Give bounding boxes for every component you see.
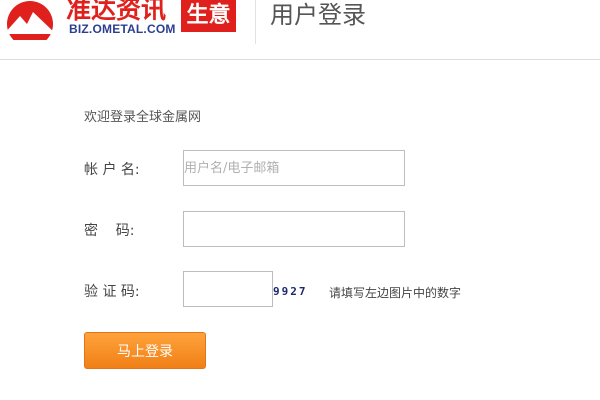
logo-badge: 生意 — [181, 0, 236, 32]
password-input[interactable] — [183, 211, 405, 247]
welcome-text: 欢迎登录全球金属网 — [84, 110, 202, 125]
login-button[interactable]: 马上登录 — [84, 332, 206, 369]
account-label: 帐 户 名: — [84, 162, 140, 178]
captcha-image[interactable]: 9927 — [273, 282, 323, 302]
mountain-logo-icon — [0, 1, 64, 44]
captcha-hint: 请填写左边图片中的数字 — [329, 286, 462, 300]
site-header: 准达资讯 BIZ.OMETAL.COM 生意 用户登录 — [0, 0, 600, 60]
header-rule — [0, 59, 600, 60]
captcha-label: 验 证 码: — [84, 284, 140, 300]
logo-domain: BIZ.OMETAL.COM — [69, 22, 176, 36]
page-title: 用户登录 — [270, 1, 366, 29]
header-divider — [255, 0, 256, 44]
password-label: 密 码: — [84, 223, 135, 239]
captcha-input[interactable] — [183, 271, 273, 307]
account-input[interactable] — [183, 150, 405, 186]
